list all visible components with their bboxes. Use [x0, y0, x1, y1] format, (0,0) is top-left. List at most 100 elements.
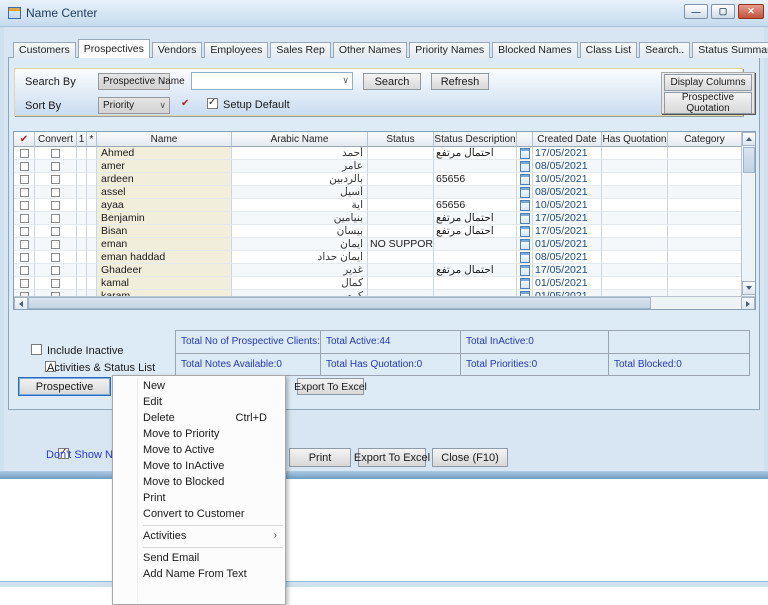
- horizontal-scroll-thumb[interactable]: [28, 297, 651, 309]
- tab-priority-names[interactable]: Priority Names: [409, 42, 490, 58]
- table-row[interactable]: ayaaاية6565610/05/2021: [14, 199, 742, 212]
- has-quotation-column-header[interactable]: Has Quotation: [602, 132, 668, 147]
- tab-vendors[interactable]: Vendors: [152, 42, 203, 58]
- convert-checkbox[interactable]: [51, 162, 60, 171]
- table-row[interactable]: Benjaminبنياميناحتمال مرتفع17/05/2021: [14, 212, 742, 225]
- arabic-name-column-header[interactable]: Arabic Name: [232, 132, 368, 147]
- menu-item-send-email[interactable]: Send Email: [113, 550, 285, 566]
- row-select-checkbox[interactable]: [20, 162, 29, 171]
- tab-customers[interactable]: Customers: [13, 42, 76, 58]
- convert-checkbox[interactable]: [51, 175, 60, 184]
- note-icon[interactable]: [520, 200, 530, 211]
- table-row[interactable]: Ghadeerغديراحتمال مرتفع17/05/2021: [14, 264, 742, 277]
- minimize-button[interactable]: —: [684, 4, 708, 19]
- tab-employees[interactable]: Employees: [204, 42, 268, 58]
- note-icon[interactable]: [520, 265, 530, 276]
- category-column-header[interactable]: Category: [668, 132, 742, 147]
- row-select-checkbox[interactable]: [20, 266, 29, 275]
- tab-search[interactable]: Search..: [639, 42, 690, 58]
- table-row[interactable]: Ahmedأحمداحتمال مرتفع17/05/2021: [14, 147, 742, 160]
- vertical-scrollbar[interactable]: [741, 132, 756, 296]
- prospective-button[interactable]: Prospective: [18, 377, 111, 396]
- setup-default-checkbox[interactable]: [207, 98, 218, 109]
- row-select-checkbox[interactable]: [20, 279, 29, 288]
- colstar-header[interactable]: *: [87, 132, 97, 147]
- search-by-dropdown[interactable]: Prospective Name ∨: [98, 73, 170, 90]
- convert-checkbox[interactable]: [51, 240, 60, 249]
- horizontal-scrollbar[interactable]: [14, 296, 756, 310]
- convert-checkbox[interactable]: [51, 227, 60, 236]
- scroll-up-button[interactable]: [742, 132, 756, 146]
- convert-checkbox[interactable]: [51, 266, 60, 275]
- tab-class-list[interactable]: Class List: [580, 42, 638, 58]
- refresh-button[interactable]: Refresh: [431, 73, 489, 90]
- status-description-column-header[interactable]: Status Description: [434, 132, 517, 147]
- row-select-checkbox[interactable]: [20, 175, 29, 184]
- close-window-button[interactable]: ✕: [738, 4, 764, 19]
- select-all-header-cell[interactable]: ✔: [14, 132, 35, 147]
- table-row[interactable]: ardeenبالردبين6565610/05/2021: [14, 173, 742, 186]
- table-row[interactable]: Bisanبيساناحتمال مرتفع17/05/2021: [14, 225, 742, 238]
- display-columns-button[interactable]: Display Columns: [664, 74, 752, 91]
- convert-checkbox[interactable]: [51, 149, 60, 158]
- convert-checkbox[interactable]: [51, 188, 60, 197]
- status-column-header[interactable]: Status: [368, 132, 434, 147]
- table-row[interactable]: asselأسيل08/05/2021: [14, 186, 742, 199]
- menu-item-delete[interactable]: DeleteCtrl+D: [113, 410, 285, 426]
- menu-item-new[interactable]: New: [113, 378, 285, 394]
- row-select-checkbox[interactable]: [20, 227, 29, 236]
- note-icon[interactable]: [520, 278, 530, 289]
- menu-item-edit[interactable]: Edit: [113, 394, 285, 410]
- convert-checkbox[interactable]: [51, 253, 60, 262]
- tab-prospectives[interactable]: Prospectives: [78, 39, 150, 58]
- note-icon[interactable]: [520, 148, 530, 159]
- convert-column-header[interactable]: Convert: [35, 132, 77, 147]
- note-icon[interactable]: [520, 226, 530, 237]
- name-column-header[interactable]: Name: [97, 132, 232, 147]
- row-select-checkbox[interactable]: [20, 240, 29, 249]
- export-to-excel-top-button[interactable]: Export To Excel: [297, 378, 364, 395]
- menu-item-move-to-blocked[interactable]: Move to Blocked: [113, 474, 285, 490]
- scroll-down-button[interactable]: [742, 281, 756, 295]
- tab-sales-rep[interactable]: Sales Rep: [270, 42, 330, 58]
- search-text-combo[interactable]: ∨: [191, 72, 353, 90]
- tab-other-names[interactable]: Other Names: [333, 42, 407, 58]
- note-icon[interactable]: [520, 213, 530, 224]
- table-row[interactable]: emanايمانNO SUPPORT01/05/2021: [14, 238, 742, 251]
- tab-status-summary[interactable]: Status Summary: [692, 42, 768, 58]
- row-select-checkbox[interactable]: [20, 188, 29, 197]
- note-icon[interactable]: [520, 252, 530, 263]
- note-icon[interactable]: [520, 174, 530, 185]
- menu-item-add-name-from-text[interactable]: Add Name From Text: [113, 566, 285, 582]
- convert-checkbox[interactable]: [51, 279, 60, 288]
- menu-item-print[interactable]: Print: [113, 490, 285, 506]
- vertical-scroll-thumb[interactable]: [743, 147, 755, 173]
- export-to-excel-button[interactable]: Export To Excel: [358, 448, 426, 467]
- row-select-checkbox[interactable]: [20, 253, 29, 262]
- row-select-checkbox[interactable]: [20, 201, 29, 210]
- table-row[interactable]: amerعامر08/05/2021: [14, 160, 742, 173]
- convert-checkbox[interactable]: [51, 201, 60, 210]
- menu-item-move-to-active[interactable]: Move to Active: [113, 442, 285, 458]
- search-button[interactable]: Search: [363, 73, 421, 90]
- tab-blocked-names[interactable]: Blocked Names: [492, 42, 578, 58]
- note-icon[interactable]: [520, 187, 530, 198]
- row-select-checkbox[interactable]: [20, 214, 29, 223]
- note-column-header[interactable]: [517, 132, 533, 147]
- note-icon[interactable]: [520, 161, 530, 172]
- table-row[interactable]: kamalكمال01/05/2021: [14, 277, 742, 290]
- menu-item-convert-to-customer[interactable]: Convert to Customer: [113, 506, 285, 522]
- close-f10-button[interactable]: Close (F10): [432, 448, 508, 467]
- menu-item-activities[interactable]: Activities›: [113, 528, 285, 544]
- menu-item-move-to-inactive[interactable]: Move to InActive: [113, 458, 285, 474]
- prospective-quotation-button[interactable]: Prospective Quotation: [664, 92, 752, 114]
- maximize-button[interactable]: ▢: [711, 4, 735, 19]
- include-inactive-checkbox[interactable]: [31, 344, 42, 355]
- sort-by-dropdown[interactable]: Priority ∨: [98, 97, 170, 114]
- scroll-left-button[interactable]: [14, 297, 28, 310]
- note-icon[interactable]: [520, 239, 530, 250]
- print-button[interactable]: Print: [289, 448, 351, 467]
- table-row[interactable]: eman haddadايمان حداد08/05/2021: [14, 251, 742, 264]
- convert-checkbox[interactable]: [51, 214, 60, 223]
- col1-header[interactable]: 1: [77, 132, 87, 147]
